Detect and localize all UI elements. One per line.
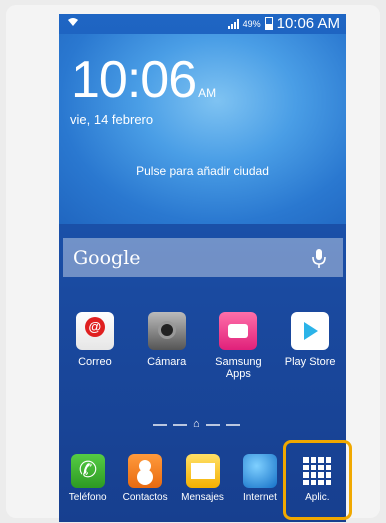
dock-mensajes[interactable]: Mensajes — [174, 454, 231, 503]
dock-contactos[interactable]: Contactos — [116, 454, 173, 503]
home-app-row: Correo Cámara Samsung Apps Play Store — [59, 312, 346, 380]
aplic-highlight-box — [283, 440, 352, 520]
status-bar: 49% 10:06 AM — [59, 14, 346, 34]
battery-icon — [264, 17, 273, 30]
page-dot[interactable] — [225, 423, 240, 426]
samsung-apps-icon — [219, 312, 258, 350]
dock-label: Teléfono — [68, 492, 107, 503]
contacts-icon — [128, 454, 163, 488]
app-label: Cámara — [147, 356, 187, 368]
add-city-prompt[interactable]: Pulse para añadir ciudad — [59, 164, 346, 178]
wifi-icon — [67, 16, 79, 30]
app-samsung-apps[interactable]: Samsung Apps — [203, 312, 275, 380]
app-label: Play Store — [284, 356, 336, 368]
app-label: Correo — [78, 356, 112, 368]
correo-icon — [75, 312, 114, 350]
google-logo: Google — [73, 247, 141, 269]
dock-label: Mensajes — [181, 492, 224, 503]
dock-label: Internet — [242, 492, 277, 503]
phone-icon — [70, 454, 105, 488]
widget-date: vie, 14 febrero — [70, 112, 154, 127]
microphone-icon[interactable] — [309, 247, 329, 269]
dock-telefono[interactable]: Teléfono — [59, 454, 116, 503]
page-dot[interactable] — [153, 423, 167, 426]
app-label: Samsung Apps — [215, 356, 262, 380]
battery-percent: 49% — [242, 18, 261, 29]
clock-time: 10:06 — [71, 51, 197, 109]
status-time: 10:06 AM — [276, 15, 340, 32]
app-play-store[interactable]: Play Store — [274, 312, 346, 380]
signal-icon — [227, 18, 239, 29]
dock-internet[interactable]: Internet — [231, 454, 288, 503]
internet-icon — [242, 454, 277, 488]
page-indicator[interactable]: ⌂ — [153, 419, 240, 430]
page-dot[interactable] — [205, 423, 220, 426]
clock-ampm: AM — [198, 86, 217, 100]
page-dot[interactable] — [173, 423, 187, 426]
home-page-icon[interactable]: ⌂ — [193, 419, 200, 430]
camera-icon — [147, 312, 186, 350]
google-search-bar[interactable]: Google — [63, 238, 343, 277]
play-store-icon — [291, 312, 330, 350]
dock-label: Contactos — [122, 492, 168, 503]
clock-weather-widget[interactable]: 10:06 AM vie, 14 febrero Pulse para añadi… — [59, 34, 346, 224]
app-camara[interactable]: Cámara — [131, 312, 203, 380]
messages-icon — [185, 454, 220, 488]
widget-clock: 10:06 AM — [71, 54, 216, 106]
app-correo[interactable]: Correo — [59, 312, 131, 380]
